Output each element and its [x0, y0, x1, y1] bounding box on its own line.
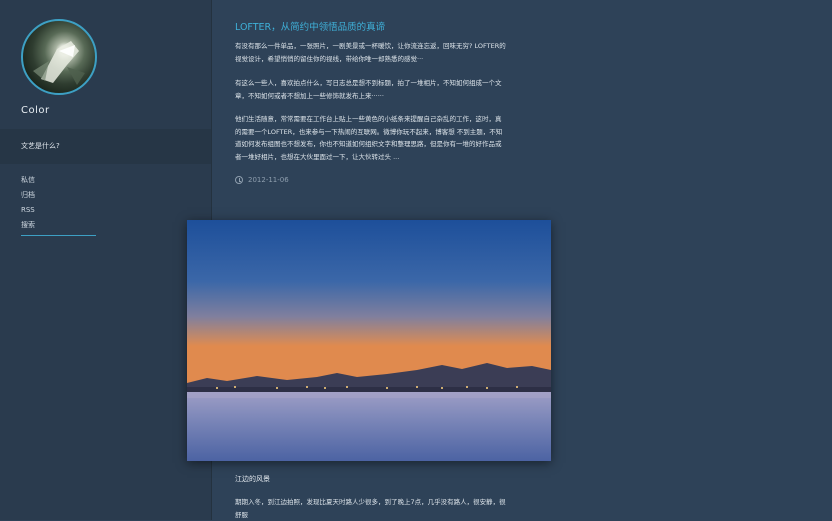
post-date-text: 2012-11-06 — [248, 176, 289, 184]
photo-caption: 江边的风景 — [235, 475, 270, 483]
sunset-lake-image — [187, 220, 551, 461]
post-title[interactable]: LOFTER，从简约中领悟品质的真谛 — [235, 19, 385, 33]
avatar[interactable] — [21, 19, 97, 95]
sidebar-nav: 私信 归档 RSS 搜索 — [21, 175, 96, 236]
post-paragraph: 有没有那么一件单品，一张照片，一剧美景或一杯暖饮，让你流连忘返，回味无穷? LO… — [235, 42, 506, 63]
post-date[interactable]: 2012-11-06 — [235, 176, 289, 184]
avatar-image — [33, 41, 85, 85]
blog-description: 文艺是什么? — [0, 129, 211, 164]
post-photo[interactable] — [187, 220, 551, 461]
clock-icon — [235, 176, 243, 184]
photo-paragraph: 期期入冬，到江边拍照，发现比夏天时路人少很多，到了晚上7点，几乎没有路人，很安静… — [235, 498, 506, 519]
nav-item-archive[interactable]: 归档 — [21, 190, 96, 205]
sidebar: Color 文艺是什么? 私信 归档 RSS 搜索 — [0, 0, 212, 520]
nav-item-message[interactable]: 私信 — [21, 175, 96, 190]
post-paragraph: 他们生活随意，常常需要在工作台上贴上一些黄色的小纸条来提醒自己杂乱的工作，这时，… — [235, 115, 503, 161]
nav-item-rss[interactable]: RSS — [21, 205, 96, 220]
post-paragraph: 有这么一些人，喜欢拍点什么，写日志总是想不到标题，拍了一堆相片，不知如何组成一个… — [235, 79, 502, 100]
blog-description-text: 文艺是什么? — [21, 142, 60, 150]
nav-item-search[interactable]: 搜索 — [21, 220, 96, 236]
blog-name[interactable]: Color — [21, 105, 50, 116]
